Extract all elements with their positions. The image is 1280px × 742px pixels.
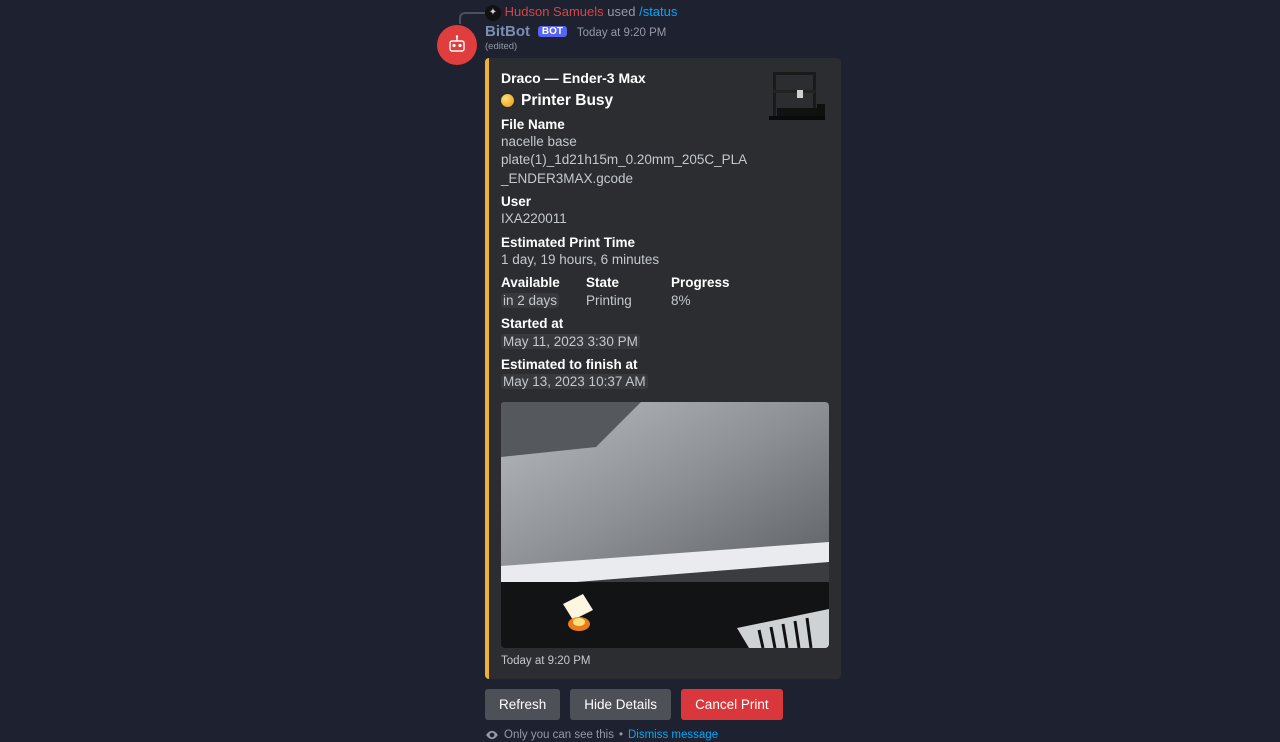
status-dot-icon — [501, 94, 514, 107]
field-available-value: in 2 days — [501, 292, 586, 310]
command-slash[interactable]: /status — [639, 4, 677, 19]
embed-camera-image[interactable] — [501, 402, 829, 648]
field-filename: File Name nacelle base plate(1)_1d21h15m… — [501, 116, 827, 188]
embed-thumbnail[interactable] — [765, 68, 829, 124]
field-started-value: May 11, 2023 3:30 PM — [501, 333, 753, 351]
camera-feed-icon — [501, 402, 829, 648]
field-progress-value: 8% — [671, 292, 756, 310]
field-user: User IXA220011 — [501, 193, 827, 229]
field-state-label: State — [586, 274, 671, 292]
field-eta-label: Estimated Print Time — [501, 234, 827, 252]
command-used-line: ✦ Hudson Samuels used /status — [437, 4, 847, 21]
printer-icon — [765, 68, 829, 124]
field-eta: Estimated Print Time 1 day, 19 hours, 6 … — [501, 234, 827, 270]
edited-indicator: (edited) — [485, 41, 847, 52]
field-state-value: Printing — [586, 292, 671, 310]
refresh-button[interactable]: Refresh — [485, 689, 560, 720]
field-available: Available in 2 days — [501, 274, 586, 310]
ephemeral-notice: Only you can see this • Dismiss message — [485, 728, 847, 742]
dismiss-link[interactable]: Dismiss message — [628, 729, 718, 741]
command-user-avatar[interactable]: ✦ — [485, 5, 501, 21]
field-progress: Progress 8% — [671, 274, 756, 310]
ephemeral-sep: • — [619, 729, 623, 741]
embed-footer: Today at 9:20 PM — [501, 655, 827, 667]
command-user-name[interactable]: Hudson Samuels — [505, 4, 604, 19]
field-user-value: IXA220011 — [501, 210, 753, 228]
field-filename-value: nacelle base plate(1)_1d21h15m_0.20mm_20… — [501, 133, 753, 188]
hide-details-button[interactable]: Hide Details — [570, 689, 671, 720]
status-text: Printer Busy — [521, 92, 613, 110]
field-finish-label: Estimated to finish at — [501, 356, 827, 374]
field-state: State Printing — [586, 274, 671, 310]
button-row: Refresh Hide Details Cancel Print — [485, 689, 847, 720]
eye-icon — [485, 728, 499, 742]
cancel-print-button[interactable]: Cancel Print — [681, 689, 783, 720]
field-progress-label: Progress — [671, 274, 756, 292]
field-started: Started at May 11, 2023 3:30 PM — [501, 315, 827, 351]
command-used-text: used — [607, 4, 635, 19]
field-available-label: Available — [501, 274, 586, 292]
field-finish: Estimated to finish at May 13, 2023 10:3… — [501, 356, 827, 392]
field-eta-value: 1 day, 19 hours, 6 minutes — [501, 251, 753, 269]
bot-avatar[interactable] — [437, 25, 477, 65]
message-header: BitBot BOT Today at 9:20 PM (edited) — [437, 23, 847, 52]
embed-card: Draco — Ender-3 Max Printer Busy File Na… — [485, 58, 841, 679]
message-container: ✦ Hudson Samuels used /status BitBot BOT… — [437, 0, 847, 742]
robot-icon — [444, 32, 470, 58]
field-finish-value: May 13, 2023 10:37 AM — [501, 373, 753, 391]
message-timestamp: Today at 9:20 PM — [577, 27, 667, 39]
field-user-label: User — [501, 193, 827, 211]
ephemeral-text: Only you can see this — [504, 729, 614, 741]
bot-tag: BOT — [538, 26, 567, 37]
field-started-label: Started at — [501, 315, 827, 333]
inline-fields-row: Available in 2 days State Printing Progr… — [501, 274, 827, 310]
bot-name[interactable]: BitBot — [485, 23, 530, 40]
